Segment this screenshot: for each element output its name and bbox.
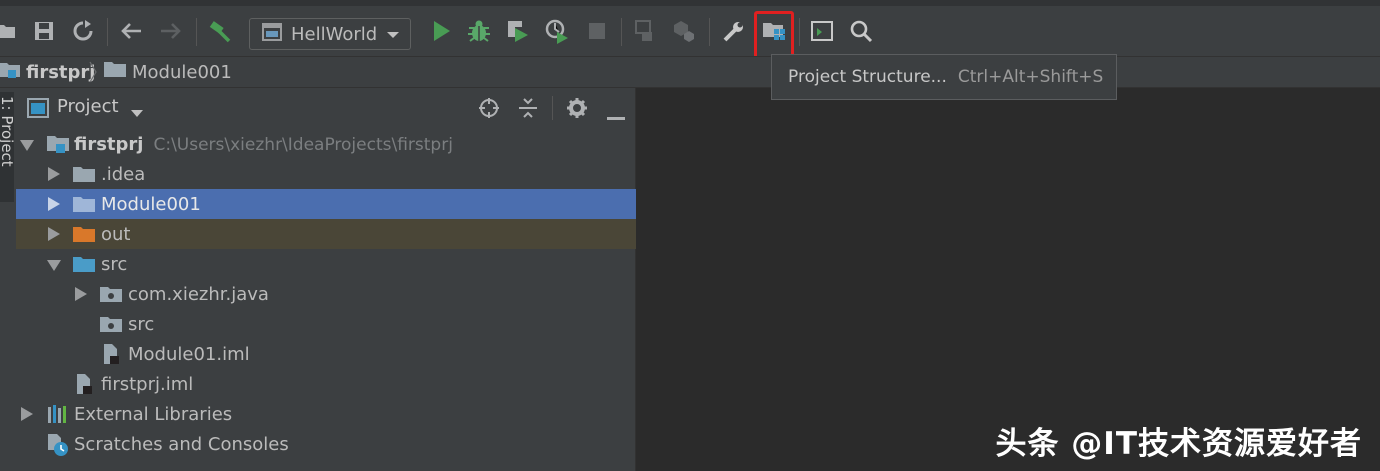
- forward-icon[interactable]: [158, 18, 184, 44]
- minimize-icon[interactable]: [607, 106, 625, 125]
- tree-row-firstprj-iml[interactable]: firstprj.iml: [16, 369, 636, 399]
- tree-row-module001[interactable]: Module001: [16, 189, 636, 219]
- project-view-icon: [27, 98, 49, 122]
- package-icon: [100, 317, 122, 332]
- project-path: C:\Users\xiezhr\IdeaProjects\firstprj: [153, 134, 453, 155]
- collapse-all-icon[interactable]: [517, 97, 539, 123]
- terminal-icon[interactable]: [809, 18, 835, 44]
- project-structure-tooltip: Project Structure... Ctrl+Alt+Shift+S: [771, 54, 1117, 100]
- tree-row-src-package[interactable]: src: [16, 309, 636, 339]
- expanded-arrow-icon[interactable]: [47, 258, 61, 272]
- folder-icon: [104, 61, 126, 83]
- tree-label: firstprj.iml: [101, 373, 194, 395]
- package-icon: [100, 287, 122, 302]
- profile-icon[interactable]: [544, 18, 570, 44]
- tree-row-scratches[interactable]: Scratches and Consoles: [16, 429, 636, 459]
- run-icon[interactable]: [428, 18, 454, 44]
- module-folder-icon: [73, 197, 95, 212]
- debug-icon[interactable]: [466, 18, 492, 44]
- build-artifacts-icon[interactable]: [671, 18, 697, 44]
- iml-file-icon: [104, 344, 119, 364]
- tree-row-package[interactable]: com.xiezhr.java: [16, 279, 636, 309]
- breadcrumb-module-label: Module001: [132, 61, 232, 83]
- tooltip-shortcut: Ctrl+Alt+Shift+S: [957, 67, 1104, 87]
- sync-icon[interactable]: [70, 18, 96, 44]
- breadcrumb-project[interactable]: firstprj: [0, 57, 95, 87]
- project-folder-icon: [0, 61, 20, 84]
- tree-row-module-iml[interactable]: Module01.iml: [16, 339, 636, 369]
- collapsed-arrow-icon[interactable]: [47, 227, 61, 241]
- attach-icon[interactable]: [633, 18, 659, 44]
- breadcrumb-project-label: firstprj: [26, 61, 96, 83]
- settings-wrench-icon[interactable]: [721, 18, 747, 44]
- project-folder-icon: [47, 136, 69, 153]
- collapsed-arrow-icon[interactable]: [47, 167, 61, 181]
- tree-label: com.xiezhr.java: [128, 283, 269, 305]
- tooltip-label: Project Structure...: [788, 67, 947, 87]
- project-tool-tab-label: 1: Project: [0, 96, 16, 167]
- project-panel: Project firstprj C:\Users\xiezhr\IdeaProj…: [16, 88, 636, 471]
- build-icon[interactable]: [207, 18, 233, 44]
- tree-row-idea[interactable]: .idea: [16, 159, 636, 189]
- run-configuration-label: HellWorld: [291, 23, 378, 45]
- excluded-folder-icon: [73, 227, 95, 242]
- scratches-icon: [48, 434, 68, 456]
- gear-icon[interactable]: [566, 97, 588, 123]
- stop-icon[interactable]: [584, 18, 610, 44]
- run-configuration-dropdown[interactable]: HellWorld: [249, 18, 411, 50]
- application-icon: [262, 22, 282, 46]
- tree-row-firstprj[interactable]: firstprj C:\Users\xiezhr\IdeaProjects\fir…: [16, 129, 636, 159]
- tree-row-out[interactable]: out: [16, 219, 636, 249]
- search-icon[interactable]: [848, 18, 874, 44]
- tree-label: Module01.iml: [128, 343, 250, 365]
- library-icon: [48, 405, 66, 423]
- iml-file-icon: [77, 374, 92, 394]
- breadcrumb-module[interactable]: Module001: [104, 57, 232, 87]
- project-view-title[interactable]: Project: [57, 96, 119, 117]
- breadcrumb-separator-icon: [88, 57, 98, 87]
- tree-row-external-libraries[interactable]: External Libraries: [16, 399, 636, 429]
- highlight-box: [754, 11, 794, 59]
- tree-label: firstprj: [74, 133, 144, 155]
- collapsed-arrow-icon[interactable]: [20, 407, 34, 421]
- tree-label: .idea: [101, 163, 146, 185]
- watermark: 头条 @IT技术资源爱好者: [995, 426, 1362, 462]
- tree-label: Module001: [101, 193, 201, 215]
- navigation-bar: firstprj Module001: [0, 56, 1380, 88]
- tree-label: src: [101, 253, 128, 275]
- folder-icon: [73, 167, 95, 182]
- tree-label: Scratches and Consoles: [74, 433, 289, 455]
- collapsed-arrow-icon[interactable]: [47, 197, 61, 211]
- save-icon[interactable]: [31, 18, 57, 44]
- source-folder-icon: [73, 257, 95, 272]
- open-icon[interactable]: [0, 18, 20, 44]
- tree-label: out: [101, 223, 131, 245]
- locate-icon[interactable]: [478, 97, 500, 123]
- editor-area[interactable]: [636, 88, 1380, 471]
- tree-label: src: [128, 313, 155, 335]
- chevron-down-icon[interactable]: [130, 104, 144, 123]
- back-icon[interactable]: [118, 18, 144, 44]
- collapsed-arrow-icon[interactable]: [74, 287, 88, 301]
- main-toolbar: HellWorld: [0, 0, 1380, 59]
- tree-label: External Libraries: [74, 403, 233, 425]
- chevron-down-icon: [386, 24, 400, 45]
- project-panel-header: Project: [16, 88, 636, 128]
- tree-row-src[interactable]: src: [16, 249, 636, 279]
- expanded-arrow-icon[interactable]: [20, 138, 34, 152]
- coverage-icon[interactable]: [505, 18, 531, 44]
